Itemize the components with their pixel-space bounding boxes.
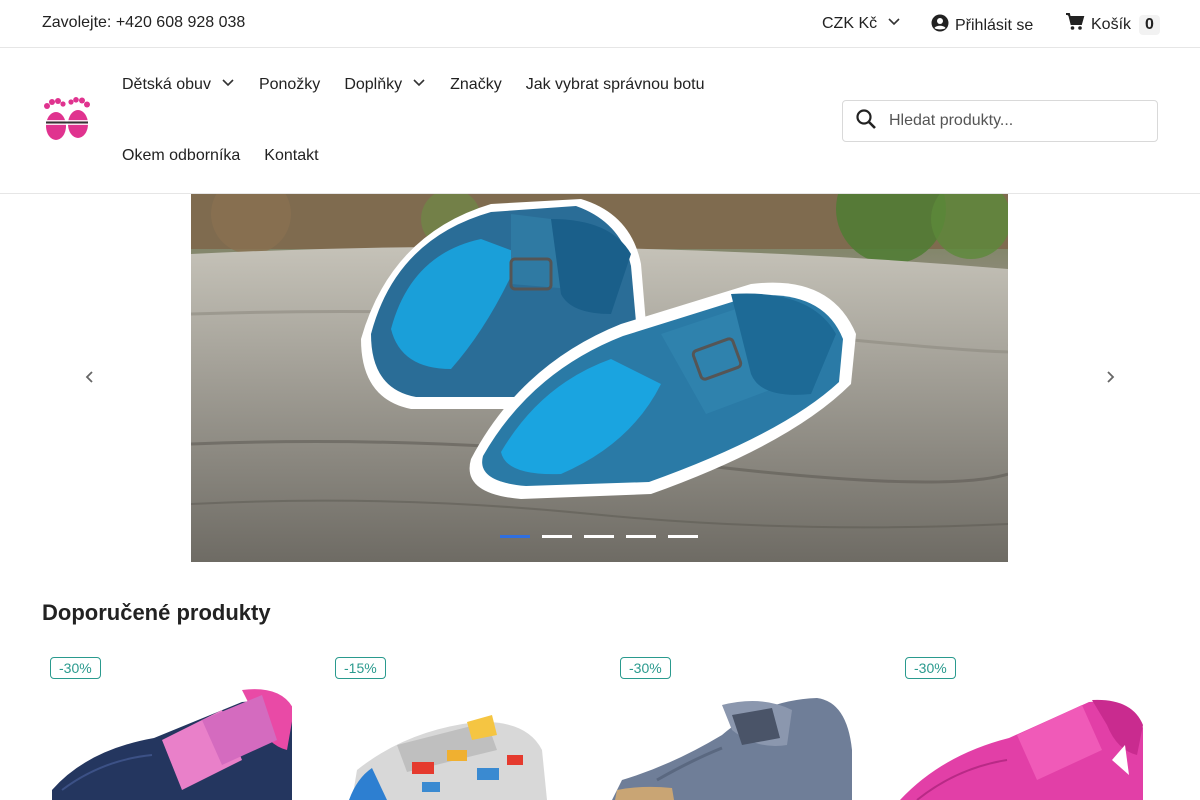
chevron-down-icon: [887, 14, 901, 33]
slider-dot-4[interactable]: [626, 535, 656, 538]
slider-dot-3[interactable]: [584, 535, 614, 538]
currency-selector[interactable]: CZK Kč: [822, 14, 901, 33]
hero-slide-image: [191, 194, 1008, 562]
nav-item-detska-obuv[interactable]: Dětská obuv: [122, 75, 235, 94]
nav-item-label: Značky: [450, 75, 502, 93]
nav-item-label: Doplňky: [344, 75, 403, 93]
top-bar: Zavolejte: +420 608 928 038 CZK Kč Přihl…: [0, 0, 1200, 48]
cart-icon: [1065, 12, 1085, 37]
section-title: Doporučené produkty: [42, 600, 271, 625]
product-card[interactable]: -30%: [897, 650, 1147, 800]
search-input[interactable]: [889, 112, 1139, 130]
product-grid: -30% -15% -30% -30%: [42, 650, 1158, 800]
login-link[interactable]: Přihlásit se: [931, 14, 1033, 37]
discount-badge: -15%: [335, 657, 386, 679]
slider-prev-arrow[interactable]: [81, 368, 99, 386]
discount-badge: -30%: [50, 657, 101, 679]
nav-item-label: Kontakt: [264, 147, 319, 164]
chevron-down-icon: [221, 75, 235, 94]
nav-item-jak-vybrat[interactable]: Jak vybrat správnou botu: [526, 76, 705, 94]
product-card[interactable]: -30%: [42, 650, 292, 800]
slider-dot-1[interactable]: [500, 535, 530, 538]
slider-pagination: [500, 535, 698, 538]
main-header: Dětská obuv Ponožky Doplňky Značky Jak v…: [0, 49, 1200, 194]
slider-dot-5[interactable]: [668, 535, 698, 538]
site-logo[interactable]: [42, 97, 92, 145]
search-icon[interactable]: [855, 108, 877, 135]
nav-item-label: Dětská obuv: [122, 75, 211, 93]
main-nav-row-1: Dětská obuv Ponožky Doplňky Značky Jak v…: [122, 75, 728, 94]
nav-item-label: Okem odborníka: [122, 147, 241, 164]
nav-item-okem-odbornika[interactable]: Okem odborníka: [122, 147, 240, 165]
nav-item-znacky[interactable]: Značky: [450, 76, 502, 94]
cart-label: Košík: [1091, 15, 1132, 33]
nav-item-doplnky[interactable]: Doplňky: [344, 75, 426, 94]
cart-button[interactable]: Košík 0: [1065, 12, 1160, 37]
discount-badge: -30%: [905, 657, 956, 679]
nav-item-label: Ponožky: [258, 75, 321, 93]
product-card[interactable]: -30%: [612, 650, 862, 800]
search-box: [842, 100, 1158, 142]
nav-item-label: Jak vybrat správnou botu: [525, 75, 705, 93]
account-icon: [931, 14, 949, 37]
cart-count-badge: 0: [1139, 14, 1160, 35]
slider-dot-2[interactable]: [542, 535, 572, 538]
main-nav-row-2: Okem odborníka Kontakt: [122, 147, 343, 165]
chevron-down-icon: [412, 75, 426, 94]
slider-next-arrow[interactable]: [1101, 368, 1119, 386]
nav-item-kontakt[interactable]: Kontakt: [264, 147, 318, 165]
nav-item-ponozky[interactable]: Ponožky: [259, 76, 320, 94]
phone-number[interactable]: Zavolejte: +420 608 928 038: [42, 14, 245, 32]
login-label: Přihlásit se: [955, 16, 1034, 34]
currency-label: CZK Kč: [822, 14, 878, 32]
product-card[interactable]: -15%: [327, 650, 577, 800]
discount-badge: -30%: [620, 657, 671, 679]
